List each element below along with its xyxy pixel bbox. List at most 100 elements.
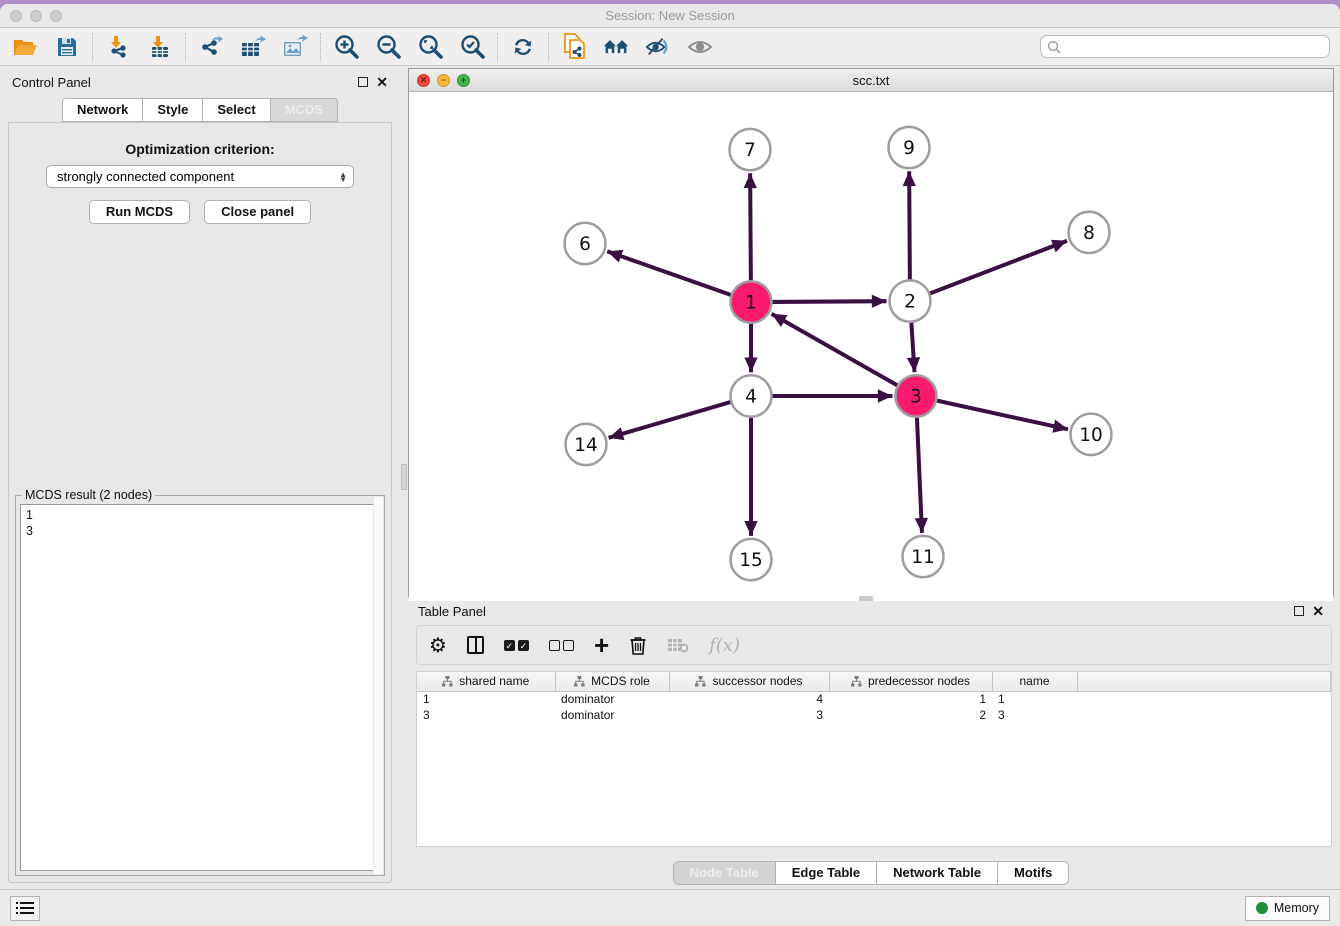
- graph-edge-3-11[interactable]: [917, 418, 922, 533]
- close-panel-button[interactable]: Close panel: [204, 200, 311, 224]
- export-image-icon[interactable]: [282, 34, 308, 60]
- column-header-mcds-role[interactable]: MCDS role: [555, 672, 669, 691]
- task-history-button[interactable]: [10, 896, 40, 921]
- tab-network[interactable]: Network: [62, 98, 143, 122]
- optimization-criterion-label: Optimization criterion:: [9, 141, 391, 157]
- zoom-out-icon[interactable]: [375, 34, 401, 60]
- control-panel-tabs: Network Style Select MCDS: [0, 98, 400, 122]
- graph-node-1[interactable]: 1: [731, 281, 772, 322]
- column-header-name[interactable]: name: [992, 672, 1077, 691]
- float-table-panel-icon[interactable]: [1294, 606, 1304, 616]
- delete-column-trash-icon[interactable]: [629, 635, 647, 655]
- run-mcds-button[interactable]: Run MCDS: [89, 200, 190, 224]
- memory-button[interactable]: Memory: [1245, 896, 1330, 921]
- canvas-hscrollbar-thumb[interactable]: [859, 596, 873, 601]
- refresh-layout-icon[interactable]: [510, 34, 536, 60]
- export-table-icon[interactable]: [240, 34, 266, 60]
- graph-node-9[interactable]: 9: [889, 127, 930, 168]
- export-network-icon[interactable]: [198, 34, 224, 60]
- select-all-columns-icon[interactable]: ✓✓: [504, 640, 529, 651]
- graph-edge-2-9[interactable]: [909, 171, 910, 279]
- right-column: ✕ − + scc.txt 7 9 6 8 1 2 4 3 14 10 15: [408, 66, 1340, 889]
- search-input[interactable]: [1061, 40, 1323, 54]
- column-header-successor-nodes[interactable]: successor nodes: [669, 672, 829, 691]
- svg-text:1: 1: [745, 293, 757, 314]
- svg-text:8: 8: [1083, 223, 1095, 244]
- tab-edge-table[interactable]: Edge Table: [775, 862, 876, 884]
- tab-select[interactable]: Select: [202, 98, 270, 122]
- network-minimize-button[interactable]: −: [437, 74, 450, 87]
- table-row[interactable]: 1 dominator 4 1 1: [417, 691, 1331, 707]
- column-header-predecessor-nodes[interactable]: predecessor nodes: [829, 672, 992, 691]
- graph-edge-1-2[interactable]: [772, 301, 886, 302]
- table-panel-filler: [408, 847, 1334, 859]
- duplicate-network-icon[interactable]: [561, 34, 587, 60]
- graph-node-15[interactable]: 15: [731, 539, 772, 580]
- graph-node-11[interactable]: 11: [903, 536, 944, 577]
- close-window-button[interactable]: [10, 10, 22, 22]
- close-table-panel-icon[interactable]: ✕: [1312, 606, 1324, 616]
- svg-text:9: 9: [903, 138, 915, 159]
- table-row[interactable]: 3 dominator 3 2 3: [417, 707, 1331, 723]
- maximize-window-button[interactable]: [50, 10, 62, 22]
- zoom-in-icon[interactable]: [333, 34, 359, 60]
- graph-node-4[interactable]: 4: [731, 375, 772, 416]
- tab-mcds[interactable]: MCDS: [270, 98, 338, 122]
- zoom-fit-icon[interactable]: [417, 34, 443, 60]
- save-session-icon[interactable]: [54, 34, 80, 60]
- graph-node-6[interactable]: 6: [565, 223, 606, 264]
- network-window-title: scc.txt: [409, 73, 1333, 88]
- tab-motifs[interactable]: Motifs: [997, 862, 1068, 884]
- import-network-icon[interactable]: [105, 34, 131, 60]
- table-panel: Table Panel ✕ ⚙ ✓✓ +: [408, 597, 1334, 889]
- network-canvas[interactable]: 7 9 6 8 1 2 4 3 14 10 15 11: [409, 92, 1333, 601]
- network-close-button[interactable]: ✕: [417, 74, 430, 87]
- graph-node-7[interactable]: 7: [730, 129, 771, 170]
- table-settings-gear-icon[interactable]: ⚙: [429, 635, 447, 655]
- graph-edge-2-3[interactable]: [911, 323, 914, 373]
- graph-node-3[interactable]: 3: [896, 375, 937, 416]
- graph-node-14[interactable]: 14: [566, 424, 607, 465]
- graph-node-10[interactable]: 10: [1071, 414, 1112, 455]
- home-icon[interactable]: [603, 34, 629, 60]
- minimize-window-button[interactable]: [30, 10, 42, 22]
- graph-edge-3-1[interactable]: [771, 314, 897, 386]
- open-file-icon[interactable]: [12, 34, 38, 60]
- memory-status-icon: [1256, 902, 1268, 914]
- mcds-result-text[interactable]: 1 3: [20, 504, 380, 871]
- tab-style[interactable]: Style: [142, 98, 203, 122]
- hide-panel-eye-icon[interactable]: [645, 34, 671, 60]
- graph-node-2[interactable]: 2: [890, 280, 931, 321]
- create-column-icon[interactable]: +: [594, 635, 609, 655]
- import-table-icon[interactable]: [147, 34, 173, 60]
- screen: Session: New Session: [0, 0, 1340, 926]
- tab-network-table[interactable]: Network Table: [876, 862, 997, 884]
- network-graph[interactable]: 7 9 6 8 1 2 4 3 14 10 15 11: [409, 92, 1333, 601]
- unselect-all-columns-icon[interactable]: [549, 640, 574, 651]
- float-panel-icon[interactable]: [358, 77, 368, 87]
- split-panel-icon[interactable]: [467, 636, 484, 654]
- svg-text:4: 4: [745, 386, 757, 407]
- tab-node-table[interactable]: Node Table: [674, 862, 775, 884]
- window-titlebar: Session: New Session: [0, 4, 1340, 28]
- function-builder-icon[interactable]: f(x): [709, 635, 740, 656]
- graph-edge-1-7[interactable]: [750, 173, 751, 280]
- network-maximize-button[interactable]: +: [457, 74, 470, 87]
- result-scrollbar[interactable]: [373, 497, 383, 874]
- show-panel-eye-icon[interactable]: [687, 34, 713, 60]
- graph-edge-4-14[interactable]: [609, 402, 731, 438]
- delete-table-icon[interactable]: [667, 637, 689, 653]
- graph-node-8[interactable]: 8: [1069, 212, 1110, 253]
- graph-edge-3-10[interactable]: [937, 401, 1068, 430]
- divider-grip[interactable]: [401, 464, 407, 490]
- graph-edge-1-6[interactable]: [607, 251, 731, 295]
- close-panel-icon[interactable]: ✕: [376, 77, 388, 87]
- svg-text:10: 10: [1079, 425, 1103, 446]
- column-header-empty: [1077, 672, 1331, 691]
- criterion-dropdown[interactable]: strongly connected component ▲▼: [46, 165, 354, 188]
- zoom-selected-icon[interactable]: [459, 34, 485, 60]
- svg-text:3: 3: [910, 386, 922, 407]
- graph-edge-2-8[interactable]: [930, 241, 1067, 294]
- panel-divider[interactable]: [400, 66, 408, 889]
- column-header-shared-name[interactable]: shared name: [417, 672, 555, 691]
